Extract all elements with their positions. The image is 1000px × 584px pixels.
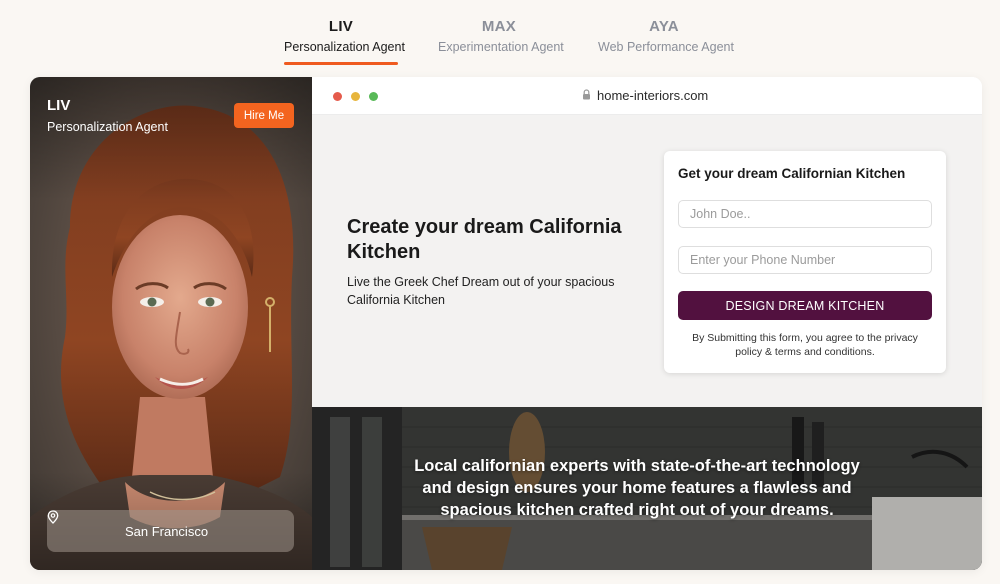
tab-role: Experimentation Agent <box>438 40 564 54</box>
name-input[interactable] <box>678 200 932 228</box>
browser-toolbar: home-interiors.com <box>312 77 982 115</box>
url-text: home-interiors.com <box>597 88 709 103</box>
lead-form: Get your dream Californian Kitchen DESIG… <box>664 151 946 373</box>
kitchen-banner: Local californian experts with state-of-… <box>312 407 982 570</box>
lock-icon <box>582 88 591 103</box>
hire-me-button[interactable]: Hire Me <box>234 103 294 128</box>
hero-subtitle: Live the Greek Chef Dream out of your sp… <box>347 275 615 307</box>
tab-code: AYA <box>649 18 679 35</box>
window-minimize-dot[interactable] <box>351 92 360 101</box>
design-dream-kitchen-button[interactable]: DESIGN DREAM KITCHEN <box>678 291 932 320</box>
banner-text: Local californian experts with state-of-… <box>414 457 860 519</box>
tab-liv[interactable]: LIV Personalization Agent <box>284 18 405 65</box>
agent-portrait <box>30 77 312 570</box>
agent-tabs: LIV Personalization Agent MAX Experiment… <box>0 0 1000 70</box>
agent-card: LIV Personalization Agent Hire Me San Fr… <box>30 77 982 570</box>
tab-aya[interactable]: AYA Web Performance Agent <box>598 18 734 54</box>
agent-role: Personalization Agent <box>47 120 168 134</box>
form-title: Get your dream Californian Kitchen <box>678 166 906 181</box>
tab-code: MAX <box>481 18 517 35</box>
agent-portrait-panel: LIV Personalization Agent Hire Me San Fr… <box>30 77 312 570</box>
location-label: San Francisco <box>124 523 209 539</box>
location-badge: San Francisco <box>47 510 294 552</box>
active-tab-underline <box>284 62 398 65</box>
window-close-dot[interactable] <box>333 92 342 101</box>
tab-code: LIV <box>328 18 354 35</box>
hero-title: Create your dream California Kitchen <box>347 216 622 263</box>
address-bar[interactable]: home-interiors.com <box>582 88 708 103</box>
browser-window: home-interiors.com Create your dream Cal… <box>312 77 982 570</box>
tab-max[interactable]: MAX Experimentation Agent <box>438 18 564 54</box>
agent-name: LIV <box>47 97 71 114</box>
tab-role: Personalization Agent <box>284 40 405 54</box>
phone-input[interactable] <box>678 246 932 274</box>
window-maximize-dot[interactable] <box>369 92 378 101</box>
tab-role: Web Performance Agent <box>598 40 734 54</box>
consent-text: By Submitting this form, you agree to th… <box>692 332 918 358</box>
